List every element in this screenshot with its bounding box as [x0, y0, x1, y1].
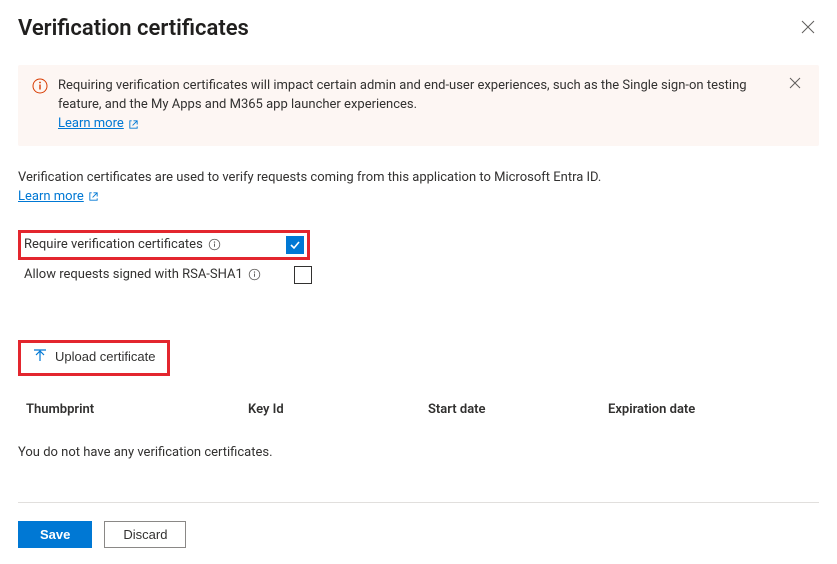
require-certificates-highlight: Require verification certificates: [18, 230, 310, 260]
page-title: Verification certificates: [18, 16, 249, 41]
require-certificates-label: Require verification certificates: [24, 237, 286, 252]
external-link-icon: [128, 119, 139, 130]
upload-certificate-highlight: Upload certificate: [18, 340, 170, 377]
close-icon: [789, 77, 801, 89]
upload-certificate-button[interactable]: Upload certificate: [33, 349, 155, 364]
table-header: Thumbprint Key Id Start date Expiration …: [18, 402, 819, 417]
info-icon[interactable]: [248, 268, 261, 281]
column-key-id: Key Id: [248, 402, 428, 417]
banner-close-button[interactable]: [785, 77, 805, 89]
require-certificates-text: Require verification certificates: [24, 237, 203, 252]
require-certificates-checkbox[interactable]: [286, 236, 304, 254]
panel-header: Verification certificates: [18, 16, 819, 41]
check-icon: [289, 239, 301, 251]
info-icon: [32, 78, 48, 134]
info-banner: Requiring verification certificates will…: [18, 65, 819, 146]
learn-more-label: Learn more: [18, 189, 84, 204]
column-expiration-date: Expiration date: [608, 402, 819, 417]
external-link-icon: [88, 191, 99, 202]
banner-message: Requiring verification certificates will…: [58, 78, 747, 112]
upload-icon: [33, 349, 47, 363]
save-button[interactable]: Save: [18, 521, 92, 548]
column-start-date: Start date: [428, 402, 608, 417]
info-icon[interactable]: [208, 238, 221, 251]
allow-rsa-sha1-text: Allow requests signed with RSA-SHA1: [24, 267, 243, 282]
learn-more-link[interactable]: Learn more: [18, 189, 99, 204]
allow-rsa-sha1-checkbox[interactable]: [294, 266, 312, 284]
close-button[interactable]: [797, 16, 819, 38]
banner-text: Requiring verification certificates will…: [58, 77, 775, 134]
column-thumbprint: Thumbprint: [26, 402, 248, 417]
description-text: Verification certificates are used to ve…: [18, 170, 819, 185]
allow-rsa-sha1-label: Allow requests signed with RSA-SHA1: [24, 267, 294, 282]
upload-certificate-label: Upload certificate: [55, 349, 155, 364]
discard-button[interactable]: Discard: [104, 521, 186, 548]
banner-learn-more-link[interactable]: Learn more: [58, 115, 139, 134]
allow-rsa-sha1-row: Allow requests signed with RSA-SHA1: [18, 266, 819, 284]
close-icon: [801, 20, 815, 34]
divider: [18, 502, 819, 503]
footer-buttons: Save Discard: [18, 521, 819, 548]
table-empty-message: You do not have any verification certifi…: [18, 445, 819, 482]
banner-learn-more-label: Learn more: [58, 115, 124, 134]
